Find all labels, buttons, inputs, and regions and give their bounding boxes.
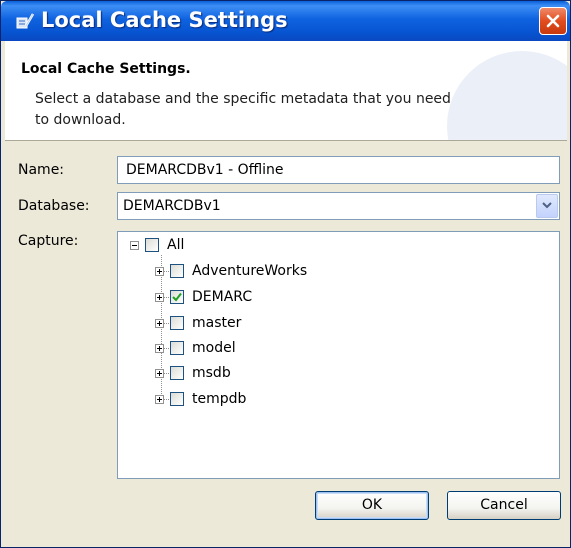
close-button[interactable]: [539, 7, 567, 35]
collapse-icon[interactable]: [130, 240, 139, 250]
header-title: Local Cache Settings.: [21, 61, 191, 77]
expand-icon[interactable]: [155, 292, 164, 302]
cancel-button[interactable]: Cancel: [447, 491, 561, 520]
tree-node-msdb[interactable]: msdb: [155, 363, 231, 383]
chevron-down-icon: [542, 202, 552, 209]
ok-button[interactable]: OK: [315, 491, 429, 520]
expand-icon[interactable]: [155, 394, 164, 404]
database-select[interactable]: DEMARCDBv1: [117, 192, 560, 220]
checkbox-adventureworks[interactable]: [170, 264, 184, 278]
checkbox-master[interactable]: [170, 316, 184, 330]
expand-icon[interactable]: [155, 343, 164, 353]
dialog-window: Local Cache Settings Local Cache Setting…: [0, 0, 571, 548]
app-icon: [16, 13, 35, 29]
window-title: Local Cache Settings: [41, 8, 288, 32]
title-bar[interactable]: Local Cache Settings: [1, 1, 570, 41]
tree-node-all[interactable]: All: [130, 235, 184, 255]
database-label: Database:: [18, 198, 90, 214]
name-label: Name:: [18, 162, 65, 178]
capture-tree[interactable]: All AdventureWorks DEMARC master model m…: [117, 231, 560, 479]
tree-node-label: tempdb: [192, 391, 247, 407]
name-input[interactable]: DEMARCDBv1 - Offline: [117, 156, 560, 184]
database-selected-value: DEMARCDBv1: [123, 198, 221, 214]
tree-node-master[interactable]: master: [155, 313, 241, 333]
checkbox-model[interactable]: [170, 341, 184, 355]
checkbox-msdb[interactable]: [170, 366, 184, 380]
tree-node-label: AdventureWorks: [192, 263, 308, 279]
tree-node-label: msdb: [192, 365, 231, 381]
form-area: Name: DEMARCDBv1 - Offline Database: DEM…: [5, 141, 567, 545]
checkbox-demarc[interactable]: [170, 290, 184, 304]
expand-icon[interactable]: [155, 266, 164, 276]
close-icon: [546, 14, 560, 28]
checkmark-icon: [172, 292, 182, 302]
tree-node-tempdb[interactable]: tempdb: [155, 389, 246, 409]
tree-node-label: model: [192, 340, 236, 356]
header-panel: Local Cache Settings. Select a database …: [5, 41, 567, 141]
tree-node-label: All: [167, 237, 185, 253]
header-decoration: [447, 51, 567, 140]
tree-node-adventureworks[interactable]: AdventureWorks: [155, 261, 307, 281]
checkbox-tempdb[interactable]: [170, 392, 184, 406]
tree-node-label: master: [192, 315, 242, 331]
expand-icon[interactable]: [155, 318, 164, 328]
expand-icon[interactable]: [155, 368, 164, 378]
tree-node-demarc[interactable]: DEMARC: [155, 287, 252, 307]
checkbox-all[interactable]: [145, 238, 159, 252]
tree-node-model[interactable]: model: [155, 338, 236, 358]
dropdown-button[interactable]: [536, 194, 558, 218]
header-description: Select a database and the specific metad…: [35, 91, 451, 128]
tree-node-label: DEMARC: [192, 289, 253, 305]
capture-label: Capture:: [18, 233, 79, 249]
